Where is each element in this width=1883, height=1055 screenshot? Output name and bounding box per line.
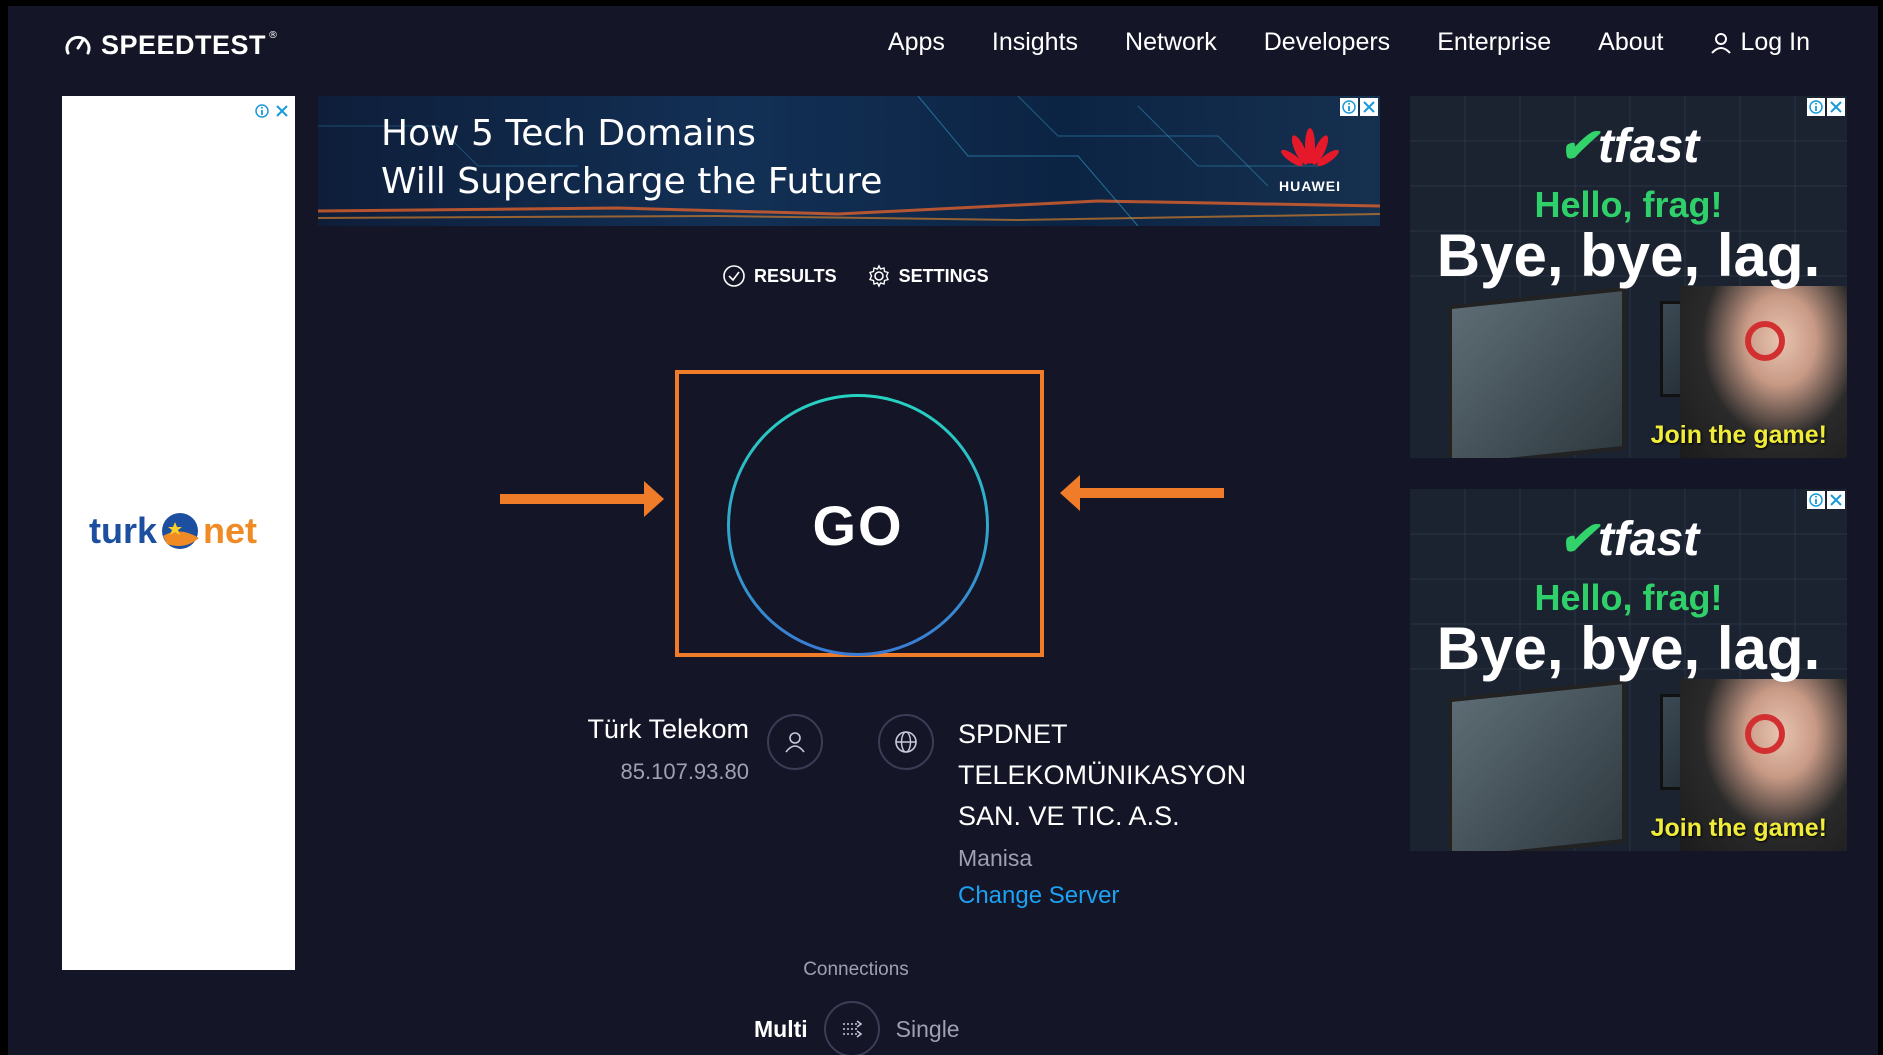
ad-right-1[interactable]: ✔tfast Hello, frag! Bye, bye, lag. Join … [1410, 96, 1847, 458]
arrow-left-icon [1060, 475, 1224, 511]
go-button[interactable]: GO [727, 394, 989, 656]
ad-right-cta[interactable]: Join the game! [1651, 421, 1827, 450]
isp-user-icon [767, 714, 823, 770]
ad-right-1-info-button[interactable] [1807, 98, 1825, 116]
server-globe-icon [878, 714, 934, 770]
ad-top-banner[interactable]: How 5 Tech Domains Will Supercharge the … [318, 96, 1380, 226]
ad-top-controls [1340, 98, 1378, 116]
ad-right-tagline: Bye, bye, lag. [1436, 222, 1821, 289]
isp-ip: 85.107.93.80 [620, 759, 749, 784]
server-name: SPDNET TELEKOMÜNIKASYON SAN. VE TIC. A.S… [958, 719, 1247, 831]
globe-star-icon [162, 513, 200, 549]
nav-enterprise[interactable]: Enterprise [1437, 28, 1551, 57]
ad-top-info-button[interactable] [1340, 98, 1358, 116]
login-link[interactable]: Log In [1710, 28, 1810, 57]
ad-right-brand: tfast [1597, 120, 1700, 173]
isp-name: Türk Telekom [587, 714, 749, 744]
ad-top-headline: How 5 Tech Domains Will Supercharge the … [381, 110, 882, 206]
connections-toggle[interactable] [823, 1001, 880, 1055]
huawei-brand: HUAWEI [1279, 178, 1341, 194]
tab-results-label: RESULTS [754, 265, 837, 286]
connections-multi[interactable]: Multi [754, 1016, 808, 1043]
info-icon[interactable] [255, 104, 269, 118]
turknet-brand-part2: net [203, 510, 258, 551]
check-logo-icon: ✔ [1557, 513, 1598, 566]
server-location: Manisa [958, 845, 1033, 871]
nav-developers[interactable]: Developers [1264, 28, 1390, 57]
huawei-flower-icon [1281, 128, 1339, 167]
speedtest-logo[interactable]: SPEEDTEST ® [63, 30, 278, 61]
turknet-brand-part1: turk [89, 510, 158, 551]
info-icon [1342, 100, 1356, 114]
ad-right-brand: tfast [1597, 513, 1700, 566]
game-screenshot-image [1448, 286, 1626, 458]
arrows-icon [842, 1020, 862, 1038]
result-settings-tabs: RESULTS SETTINGS [722, 264, 989, 288]
headset-image [1745, 714, 1785, 754]
nav-insights[interactable]: Insights [992, 28, 1078, 57]
huawei-logo: HUAWEI [1270, 126, 1350, 194]
ad-right-2-controls [1807, 491, 1845, 509]
arrow-right-icon [500, 481, 664, 517]
connections-single[interactable]: Single [896, 1016, 960, 1043]
connections-label: Connections [803, 959, 909, 980]
gear-icon [868, 264, 889, 288]
nav-about[interactable]: About [1598, 28, 1663, 57]
check-logo-icon: ✔ [1557, 120, 1598, 173]
check-circle-icon [723, 265, 745, 287]
connections-toggle-row: Multi Single [754, 1001, 960, 1055]
info-icon [1809, 100, 1823, 114]
ad-right-hello: Hello, frag! [1534, 577, 1723, 618]
globe-icon [895, 731, 917, 753]
ad-right-2-info-button[interactable] [1807, 491, 1825, 509]
tab-settings[interactable]: SETTINGS [867, 264, 989, 288]
ad-right-cta[interactable]: Join the game! [1651, 814, 1827, 843]
change-server-link[interactable]: Change Server [958, 882, 1298, 910]
ad-right-1-controls [1807, 98, 1845, 116]
speedometer-icon [65, 35, 91, 54]
speedtest-page: SPEEDTEST ® Apps Insights Network Develo… [8, 6, 1878, 1055]
logo-trademark: ® [268, 30, 279, 41]
nav-network[interactable]: Network [1125, 28, 1217, 57]
ad-left[interactable]: turk net [62, 96, 295, 970]
logo-text: SPEEDTEST [101, 30, 267, 60]
ad-top-close-button[interactable] [1360, 98, 1378, 116]
turknet-logo: turk net [89, 506, 257, 556]
ad-top-line2: Will Supercharge the Future [381, 161, 883, 202]
close-icon[interactable] [275, 104, 289, 118]
connections-label-row: Connections [8, 959, 1878, 981]
exitlag-logo: ✔tfast [1410, 118, 1847, 174]
go-label: GO [812, 493, 904, 557]
headset-image [1745, 321, 1785, 361]
ad-left-controls [255, 104, 289, 118]
close-icon [1830, 101, 1842, 113]
ad-top-line1: How 5 Tech Domains [381, 113, 756, 154]
ad-right-1-close-button[interactable] [1827, 98, 1845, 116]
ad-right-2-close-button[interactable] [1827, 491, 1845, 509]
exitlag-logo: ✔tfast [1410, 511, 1847, 567]
main-nav: Apps Insights Network Developers Enterpr… [888, 28, 1810, 57]
close-icon [1363, 101, 1375, 113]
nav-apps[interactable]: Apps [888, 28, 945, 57]
close-icon [1830, 494, 1842, 506]
game-screenshot-image [1448, 679, 1626, 851]
login-label: Log In [1740, 28, 1810, 56]
tab-results[interactable]: RESULTS [722, 264, 837, 288]
ad-right-hello: Hello, frag! [1534, 184, 1723, 225]
user-icon [1711, 32, 1732, 54]
isp-info: Türk Telekom 85.107.93.80 [587, 714, 749, 785]
tab-settings-label: SETTINGS [898, 265, 989, 286]
user-icon [785, 732, 805, 753]
server-info: SPDNET TELEKOMÜNIKASYON SAN. VE TIC. A.S… [958, 714, 1298, 910]
ad-right-tagline: Bye, bye, lag. [1436, 615, 1821, 682]
ad-right-2[interactable]: ✔tfast Hello, frag! Bye, bye, lag. Join … [1410, 489, 1847, 851]
info-icon [1809, 493, 1823, 507]
